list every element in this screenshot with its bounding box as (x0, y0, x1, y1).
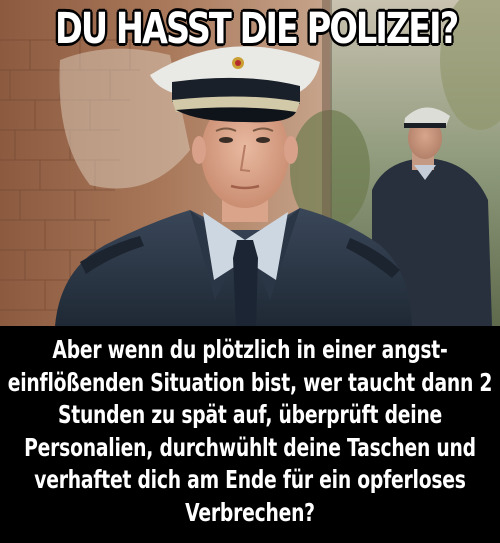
bottom-caption-box: Aber wenn du plötzlich in einer angst-ei… (0, 334, 500, 540)
top-caption: DU HASST DIE POLIZEI? (55, 4, 459, 54)
meme-image: DU HASST DIE POLIZEI? Aber wenn du plötz… (0, 0, 500, 543)
bottom-caption: Aber wenn du plötzlich in einer angst-ei… (7, 335, 493, 527)
